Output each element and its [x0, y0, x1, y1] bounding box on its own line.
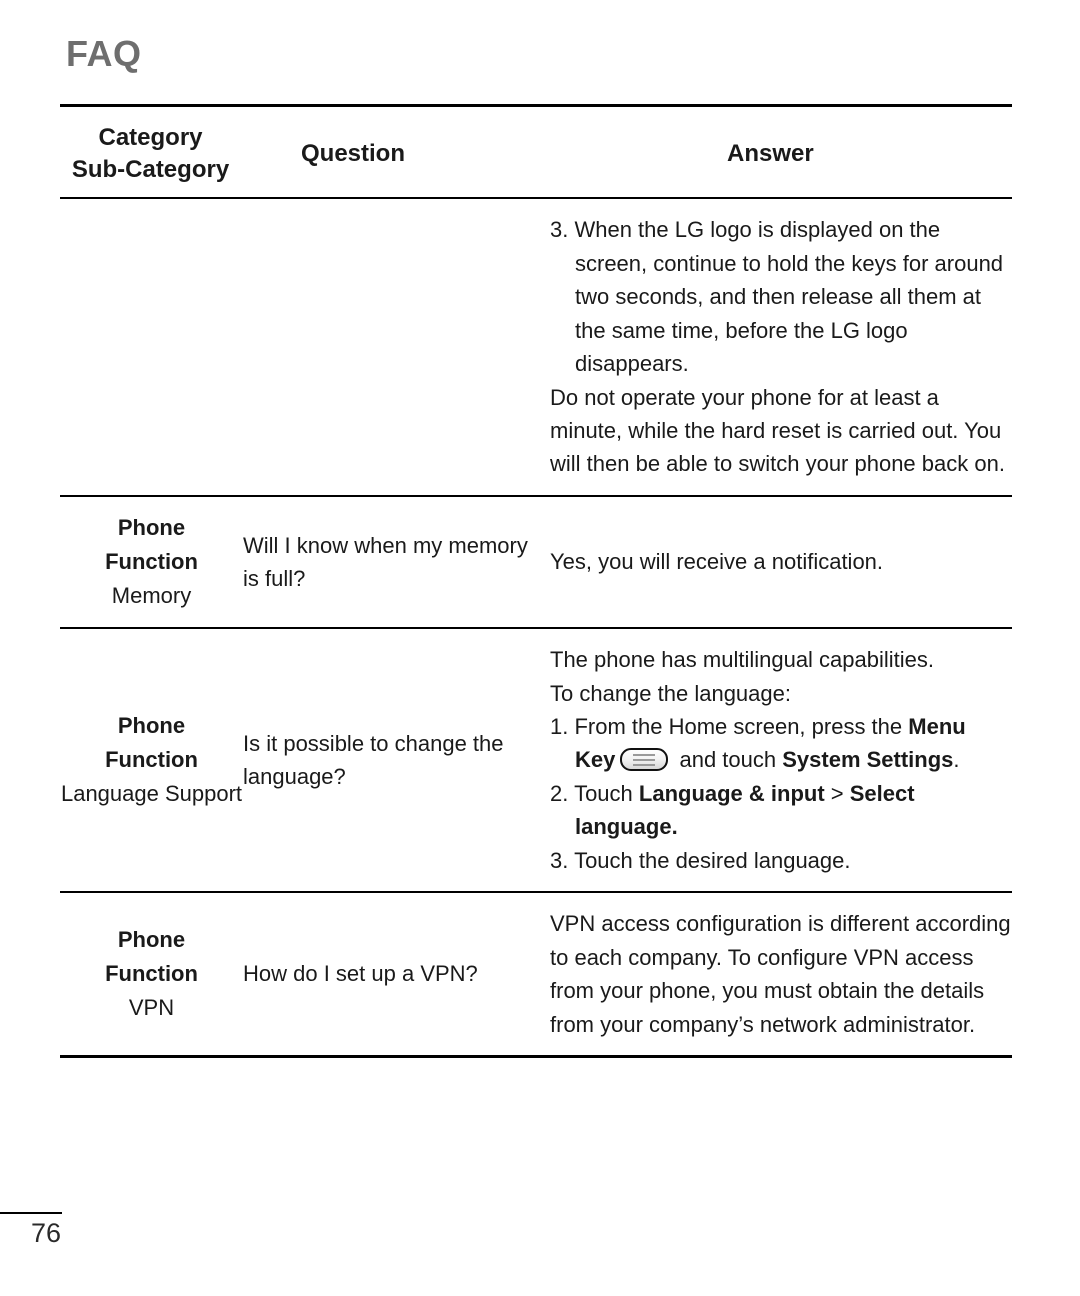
step1-system-settings-label: System Settings [782, 747, 954, 773]
table-row: 3. When the LG logo is displayed on the … [60, 199, 1012, 495]
page-footer: 76 [0, 1212, 62, 1247]
menu-key-line [633, 754, 656, 757]
answer-paragraph: To change the language: [550, 680, 791, 706]
row-category-cell: Phone Function Language Support [60, 709, 243, 811]
table-row: Phone Function Language Support Is it pos… [60, 629, 1012, 891]
row-category-cell: Phone Function VPN [60, 923, 243, 1025]
answer-paragraph: VPN access configuration is different ac… [550, 911, 1011, 1037]
row-answer-cell: Yes, you will receive a notification. [537, 545, 1012, 578]
table-row: Phone Function Memory Will I know when my… [60, 497, 1012, 627]
answer-paragraph: Yes, you will receive a notification. [550, 549, 884, 575]
row-answer-cell: VPN access configuration is different ac… [537, 907, 1012, 1041]
row-sub-category-label: VPN [128, 995, 175, 1021]
step2-text-pre: 2. Touch [550, 780, 639, 806]
header-category-label: Category [98, 124, 203, 151]
menu-key-icon [620, 748, 669, 772]
answer-step-2: 2. Touch Language & input > Select langu… [550, 777, 1012, 844]
header-sub-category-label: Sub-Category [71, 155, 230, 183]
row-answer-cell: The phone has multilingual capabilities.… [537, 643, 1012, 877]
table-bottom-rule [60, 1054, 1012, 1058]
header-question-cell: Question [301, 139, 406, 167]
faq-table: Category Sub-Category Question Answer 3.… [60, 104, 1012, 1058]
row-category-stack: Phone Function Language Support [60, 709, 243, 811]
step2-chevron-separator: > [824, 780, 850, 806]
row-question-cell: Will I know when my memory is full? [243, 532, 528, 591]
row-category-label: Phone Function [105, 926, 198, 987]
table-top-rule [60, 104, 1012, 107]
row-category-stack: Phone Function VPN [60, 923, 243, 1025]
answer-step-1: 1. From the Home screen, press the Menu … [550, 710, 1012, 777]
row-category-cell: Phone Function Memory [60, 511, 243, 613]
row-sub-category-label: Memory [111, 583, 192, 609]
row-sub-category-label: Language Support [60, 781, 243, 807]
step1-text-pre: 1. From the Home screen, press the [550, 714, 909, 739]
row-category-label: Phone Function [105, 514, 198, 574]
row-category-stack: Phone Function Memory [60, 511, 243, 613]
page-title: FAQ [66, 33, 142, 74]
answer-step: 3. When the LG logo is displayed on the … [550, 217, 1004, 377]
answer-step-3: 3. Touch the desired language. [550, 847, 851, 873]
table-row: Phone Function VPN How do I set up a VPN?… [60, 893, 1012, 1055]
row-question-cell: Is it possible to change the language? [243, 730, 504, 790]
header-category-cell: Category Sub-Category [60, 122, 243, 185]
menu-key-line [633, 764, 656, 767]
answer-paragraph: Do not operate your phone for at least a… [550, 384, 1005, 477]
menu-key-line [633, 759, 656, 762]
step1-text-mid: and touch [673, 747, 783, 773]
faq-page: FAQ Category Sub-Category Question Answe… [0, 0, 1080, 1296]
table-header-row: Category Sub-Category Question Answer [60, 108, 1012, 197]
row-question-cell: How do I set up a VPN? [243, 961, 478, 987]
page-number: 76 [30, 1218, 61, 1248]
answer-paragraph: The phone has multilingual capabilities. [550, 647, 935, 673]
header-answer-cell: Answer [727, 139, 814, 167]
row-answer-cell: 3. When the LG logo is displayed on the … [537, 213, 1012, 481]
step2-language-input-label: Language & input [638, 780, 825, 806]
row-category-label: Phone Function [105, 713, 198, 773]
step1-text-end: . [953, 747, 960, 773]
